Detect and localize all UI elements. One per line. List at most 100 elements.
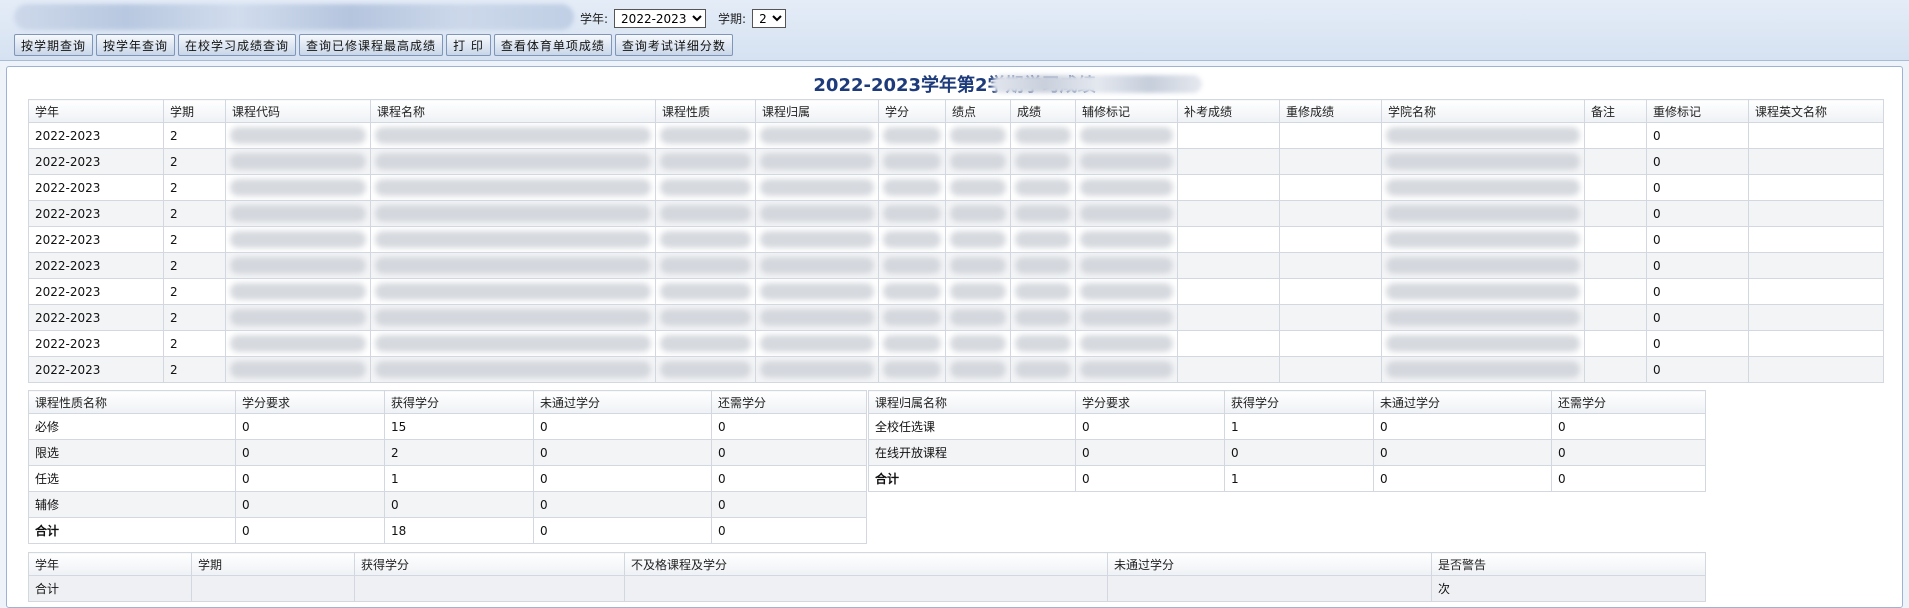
course-nature-table: 课程性质名称 学分要求 获得学分 未通过学分 还需学分 必修 0 15 0 0 限选 0 2 0… xyxy=(28,390,867,544)
table-cell xyxy=(1177,148,1280,175)
table-cell: 2022-2023 xyxy=(28,174,164,201)
redacted-value xyxy=(760,153,874,170)
table-cell xyxy=(225,330,371,357)
redacted-value xyxy=(883,309,941,326)
exam-detail-button[interactable]: 查询考试详细分数 xyxy=(614,34,733,56)
table-cell xyxy=(1177,356,1280,383)
table-cell xyxy=(1075,148,1178,175)
redacted-value xyxy=(230,283,366,300)
query-by-term-button[interactable]: 按学期查询 xyxy=(14,34,94,56)
query-by-year-button[interactable]: 按学年查询 xyxy=(96,34,176,56)
table-cell: 0 xyxy=(1646,200,1749,227)
print-button[interactable]: 打 印 xyxy=(446,34,491,56)
table-cell xyxy=(1584,122,1647,149)
redacted-value xyxy=(950,335,1006,352)
table-cell: 0 xyxy=(533,439,712,466)
col-header: 学年 xyxy=(28,99,164,123)
redacted-value xyxy=(883,283,941,300)
table-row: 2022-2023 2 0 xyxy=(28,356,1884,383)
table-cell xyxy=(624,575,1108,602)
table-cell xyxy=(370,174,656,201)
table-cell: 0 xyxy=(1551,413,1706,440)
table-cell: 0 xyxy=(711,491,867,518)
table-cell xyxy=(1381,252,1585,279)
table-cell xyxy=(1010,148,1076,175)
redacted-value xyxy=(1386,361,1580,378)
table-cell xyxy=(1748,174,1884,201)
redacted-value xyxy=(883,335,941,352)
table-cell xyxy=(370,278,656,305)
redacted-value xyxy=(950,283,1006,300)
best-score-query-button[interactable]: 查询已修课程最高成绩 xyxy=(299,34,444,56)
table-cell xyxy=(225,304,371,331)
redacted-value xyxy=(1015,153,1071,170)
term-select[interactable]: 2 xyxy=(752,9,787,28)
table-cell: 0 xyxy=(533,491,712,518)
redacted-value xyxy=(660,361,751,378)
table-cell: 0 xyxy=(1646,330,1749,357)
redacted-value xyxy=(1015,179,1071,196)
col-header: 课程归属名称 xyxy=(868,390,1076,414)
table-cell: 2 xyxy=(163,330,226,357)
redacted-value xyxy=(1386,153,1580,170)
table-cell xyxy=(1381,278,1585,305)
table-cell xyxy=(1177,330,1280,357)
table-cell xyxy=(1748,226,1884,253)
year-select[interactable]: 2022-2023 xyxy=(614,9,707,28)
redacted-value xyxy=(760,283,874,300)
summary-header-row: 学年 学期 获得学分 不及格课程及学分 未通过学分 是否警告 xyxy=(28,552,1706,576)
table-cell xyxy=(1584,174,1647,201)
summary-row: 合计 次 xyxy=(28,575,1706,602)
redacted-value xyxy=(1080,309,1173,326)
redacted-value xyxy=(230,335,366,352)
table-cell xyxy=(1279,226,1382,253)
category-header-row: 课程归属名称 学分要求 获得学分 未通过学分 还需学分 xyxy=(868,390,1706,414)
table-cell: 次 xyxy=(1431,575,1706,602)
redacted-value xyxy=(760,179,874,196)
redacted-value xyxy=(760,127,874,144)
table-cell: 0 xyxy=(1224,439,1374,466)
redacted-value xyxy=(375,361,651,378)
table-cell: 0 xyxy=(533,517,712,544)
table-cell xyxy=(655,252,756,279)
table-cell xyxy=(1010,200,1076,227)
table-cell xyxy=(1584,330,1647,357)
redacted-value xyxy=(230,153,366,170)
table-cell xyxy=(1584,200,1647,227)
table-cell xyxy=(1748,356,1884,383)
table-cell: 2 xyxy=(163,148,226,175)
redacted-value xyxy=(1015,335,1071,352)
redacted-value xyxy=(1080,335,1173,352)
table-cell xyxy=(1381,226,1585,253)
col-header: 课程代码 xyxy=(225,99,371,123)
redacted-value xyxy=(883,361,941,378)
redacted-value xyxy=(1386,231,1580,248)
school-record-query-button[interactable]: 在校学习成绩查询 xyxy=(178,34,297,56)
redacted-value xyxy=(230,231,366,248)
table-cell: 0 xyxy=(711,517,867,544)
table-cell: 0 xyxy=(711,465,867,492)
table-cell: 合计 xyxy=(28,575,192,602)
table-cell: 2 xyxy=(163,174,226,201)
table-cell xyxy=(755,252,879,279)
table-cell: 0 xyxy=(1646,252,1749,279)
redacted-value xyxy=(230,127,366,144)
col-header: 学分要求 xyxy=(1075,390,1225,414)
redacted-value xyxy=(230,309,366,326)
redacted-value xyxy=(1080,231,1173,248)
table-cell xyxy=(755,330,879,357)
table-row: 辅修 0 0 0 0 xyxy=(28,491,867,518)
table-cell: 0 xyxy=(235,439,385,466)
col-header: 课程性质名称 xyxy=(28,390,236,414)
table-cell: 2 xyxy=(163,252,226,279)
table-cell: 合计 xyxy=(28,517,236,544)
table-cell xyxy=(655,122,756,149)
redacted-value xyxy=(1015,283,1071,300)
table-cell xyxy=(945,252,1011,279)
table-cell xyxy=(1584,304,1647,331)
table-cell xyxy=(1584,226,1647,253)
pe-scores-button[interactable]: 查看体育单项成绩 xyxy=(493,34,612,56)
table-cell xyxy=(1010,122,1076,149)
table-cell: 0 xyxy=(711,439,867,466)
table-cell xyxy=(225,226,371,253)
